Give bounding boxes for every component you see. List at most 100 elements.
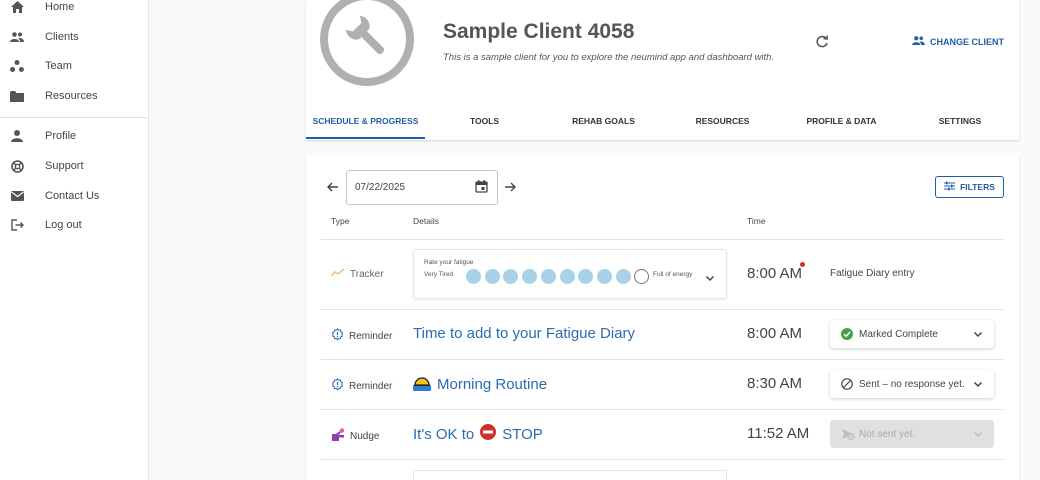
tab-rehab-goals[interactable]: REHAB GOALS bbox=[544, 103, 663, 139]
row-type-label: Nudge bbox=[350, 430, 380, 442]
row-divider bbox=[321, 359, 1004, 360]
row-divider bbox=[321, 409, 1004, 410]
column-header-type: Type bbox=[331, 216, 350, 226]
reminder-title-link[interactable]: Time to add to your Fatigue Diary bbox=[413, 325, 635, 342]
row-type-reminder: Reminder bbox=[331, 377, 393, 394]
sidebar-item-profile[interactable]: Profile bbox=[0, 121, 148, 151]
sidebar-item-team[interactable]: Team bbox=[0, 51, 148, 81]
sidebar-item-label: Resources bbox=[45, 90, 98, 102]
sidebar-divider bbox=[0, 117, 148, 118]
check-circle-icon bbox=[841, 328, 853, 340]
status-text: Sent – no response yet. bbox=[859, 379, 965, 390]
mail-icon bbox=[10, 189, 24, 203]
tracker-low-label: Very Tired bbox=[424, 271, 454, 278]
filters-button[interactable]: FILTERS bbox=[935, 176, 1004, 198]
reminder-bell-icon bbox=[331, 327, 344, 344]
refresh-icon[interactable] bbox=[814, 34, 830, 50]
team-icon bbox=[10, 59, 24, 73]
tracker-high-label: Full of energy bbox=[653, 271, 693, 278]
sidebar-item-logout[interactable]: Log out bbox=[0, 210, 148, 240]
nudge-title-prefix: It's OK to bbox=[413, 425, 475, 443]
tab-tools[interactable]: TOOLS bbox=[425, 103, 544, 139]
nudge-hand-icon bbox=[331, 428, 345, 444]
row-type-label: Reminder bbox=[349, 330, 393, 342]
fatigue-rating-tracker[interactable]: Rate your fatigue Very Tired Full of ene… bbox=[413, 249, 727, 299]
rating-dot[interactable] bbox=[559, 269, 575, 284]
filters-label: FILTERS bbox=[960, 182, 995, 192]
tracker-question: Rate your fatigue bbox=[424, 259, 474, 266]
sunrise-icon bbox=[413, 374, 431, 395]
rating-dot[interactable] bbox=[615, 269, 631, 284]
column-header-details: Details bbox=[413, 216, 439, 226]
status-select[interactable]: Sent – no response yet. bbox=[830, 370, 994, 398]
client-description: This is a sample client for you to explo… bbox=[443, 52, 775, 63]
person-icon bbox=[10, 129, 24, 143]
sidebar-item-home[interactable]: Home bbox=[0, 0, 148, 22]
chevron-down-icon bbox=[973, 379, 983, 389]
chevron-down-icon[interactable] bbox=[705, 270, 715, 282]
chevron-down-icon bbox=[973, 429, 983, 439]
rating-dot[interactable] bbox=[540, 269, 556, 284]
sidebar-item-label: Profile bbox=[45, 130, 77, 142]
change-client-label: CHANGE CLIENT bbox=[930, 36, 1004, 47]
sidebar-item-label: Clients bbox=[45, 31, 79, 43]
sidebar-item-label: Contact Us bbox=[45, 190, 100, 202]
calendar-icon[interactable] bbox=[475, 180, 489, 194]
row-divider bbox=[321, 459, 1004, 460]
next-day-arrow-icon[interactable] bbox=[503, 180, 519, 196]
people-icon bbox=[912, 36, 925, 47]
sidebar-item-support[interactable]: Support bbox=[0, 151, 148, 181]
folder-icon bbox=[10, 89, 24, 103]
row-divider bbox=[321, 309, 1004, 310]
nudge-title-link[interactable]: It's OK to STOP bbox=[413, 424, 543, 444]
tab-schedule-progress[interactable]: SCHEDULE & PROGRESS bbox=[306, 103, 425, 139]
row-time: 8:30 AM bbox=[747, 375, 803, 392]
home-icon bbox=[10, 0, 24, 14]
wrench-icon bbox=[343, 13, 391, 66]
filter-sliders-icon bbox=[944, 181, 956, 193]
logout-icon bbox=[10, 218, 24, 232]
sidebar-item-contact[interactable]: Contact Us bbox=[0, 181, 148, 211]
unread-indicator-dot bbox=[800, 262, 805, 267]
next-row-tracker-box[interactable] bbox=[413, 470, 727, 480]
rating-dot[interactable] bbox=[634, 269, 650, 284]
status-select[interactable]: Marked Complete bbox=[830, 320, 994, 348]
row-time: 8:00 AM bbox=[747, 265, 803, 282]
tab-settings[interactable]: SETTINGS bbox=[901, 103, 1019, 139]
date-field[interactable]: 07/22/2025 bbox=[346, 170, 498, 205]
no-response-icon bbox=[841, 378, 853, 390]
rating-dot[interactable] bbox=[484, 269, 500, 284]
row-type-label: Tracker bbox=[350, 268, 384, 280]
row-type-reminder: Reminder bbox=[331, 327, 393, 344]
previous-day-arrow-icon[interactable] bbox=[326, 180, 342, 196]
rating-dot[interactable] bbox=[466, 269, 481, 284]
no-entry-icon bbox=[480, 424, 497, 444]
chevron-down-icon bbox=[973, 329, 983, 339]
tab-resources[interactable]: RESOURCES bbox=[663, 103, 782, 139]
tab-profile-data[interactable]: PROFILE & DATA bbox=[782, 103, 901, 139]
sidebar-item-label: Team bbox=[45, 60, 72, 72]
sidebar-item-clients[interactable]: Clients bbox=[0, 22, 148, 52]
tracker-entry-label: Fatigue Diary entry bbox=[830, 268, 915, 279]
lifebuoy-icon bbox=[10, 159, 24, 173]
row-type-nudge: Nudge bbox=[331, 428, 379, 444]
date-value: 07/22/2025 bbox=[355, 182, 406, 193]
reminder-title-link[interactable]: Morning Routine bbox=[413, 374, 547, 395]
row-divider bbox=[321, 239, 1004, 240]
row-type-label: Reminder bbox=[349, 380, 393, 392]
rating-dot[interactable] bbox=[596, 269, 612, 284]
client-name: Sample Client 4058 bbox=[443, 20, 635, 43]
people-icon bbox=[10, 30, 24, 44]
row-time: 8:00 AM bbox=[747, 325, 803, 342]
nudge-title-suffix: STOP bbox=[502, 425, 543, 443]
row-time: 11:52 AM bbox=[747, 425, 810, 442]
change-client-button[interactable]: CHANGE CLIENT bbox=[912, 36, 1004, 47]
sidebar-item-resources[interactable]: Resources bbox=[0, 81, 148, 111]
rating-dot[interactable] bbox=[578, 269, 594, 284]
reminder-title-text: Morning Routine bbox=[437, 376, 548, 393]
status-select: Not sent yet. bbox=[830, 420, 994, 448]
status-text: Marked Complete bbox=[859, 329, 938, 340]
column-header-time: Time bbox=[747, 216, 766, 226]
rating-dot[interactable] bbox=[522, 269, 538, 284]
rating-dot[interactable] bbox=[503, 269, 519, 284]
